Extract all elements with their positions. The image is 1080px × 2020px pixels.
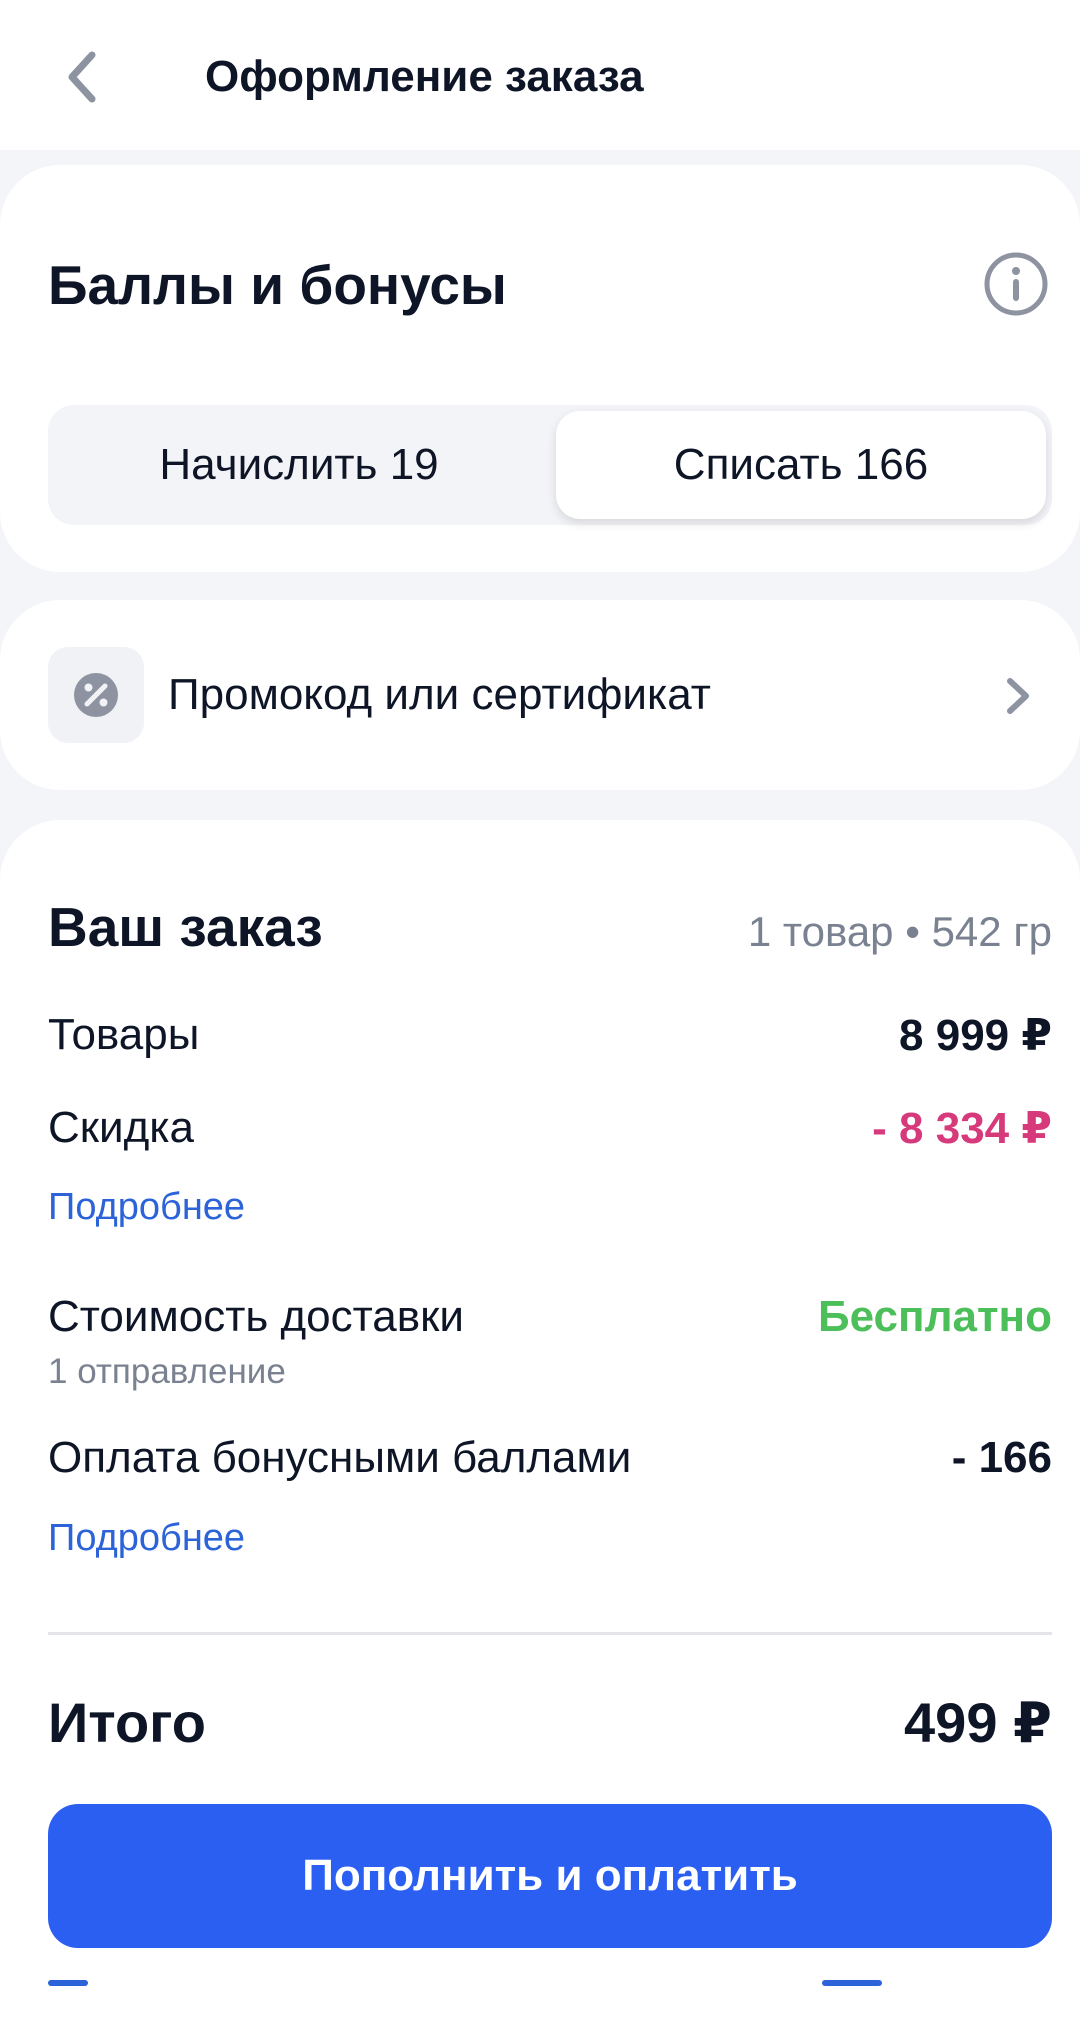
discount-label: Скидка — [48, 1103, 194, 1152]
bonus-title: Баллы и бонусы — [48, 254, 507, 316]
chevron-right-icon — [1007, 678, 1029, 714]
accrue-bonus-option[interactable]: Начислить 19 — [54, 411, 544, 519]
order-summary-card: Ваш заказ 1 товар • 542 гр Товары 8 999 … — [0, 820, 1080, 2020]
percent-icon — [74, 673, 118, 717]
bonus-details-link[interactable]: Подробнее — [48, 1517, 245, 1560]
discount-value: - 8 334 ₽ — [872, 1104, 1052, 1153]
total-value: 499 ₽ — [904, 1691, 1052, 1754]
divider — [48, 1632, 1052, 1635]
bonus-segmented-control: Начислить 19 Списать 166 — [48, 405, 1052, 525]
cut-off-link-fragment — [822, 1980, 882, 1986]
chevron-left-icon — [68, 51, 96, 103]
promo-label: Промокод или сертификат — [168, 670, 711, 719]
bonus-card: Баллы и бонусы Начислить 19 Списать 166 — [0, 165, 1080, 572]
delivery-label: Стоимость доставки — [48, 1292, 464, 1341]
discount-details-link[interactable]: Подробнее — [48, 1186, 245, 1229]
delivery-value: Бесплатно — [818, 1292, 1052, 1341]
order-title: Ваш заказ — [48, 896, 323, 958]
total-label: Итого — [48, 1691, 206, 1754]
bonus-payment-value: - 166 — [951, 1433, 1052, 1482]
spend-bonus-option[interactable]: Списать 166 — [556, 411, 1046, 519]
bonus-payment-label: Оплата бонусными баллами — [48, 1433, 632, 1482]
cut-off-link-fragment — [48, 1980, 88, 1986]
top-up-and-pay-button[interactable]: Пополнить и оплатить — [48, 1804, 1052, 1948]
back-button[interactable] — [50, 45, 114, 109]
goods-label: Товары — [48, 1010, 200, 1059]
page-title: Оформление заказа — [205, 52, 644, 101]
top-bar: Оформление заказа — [0, 0, 1080, 150]
info-icon[interactable] — [983, 251, 1049, 317]
delivery-sub-label: 1 отправление — [48, 1352, 286, 1391]
order-meta: 1 товар • 542 гр — [747, 908, 1052, 955]
promo-icon-container — [48, 647, 144, 743]
promo-card[interactable]: Промокод или сертификат — [0, 600, 1080, 790]
goods-value: 8 999 ₽ — [899, 1011, 1052, 1060]
